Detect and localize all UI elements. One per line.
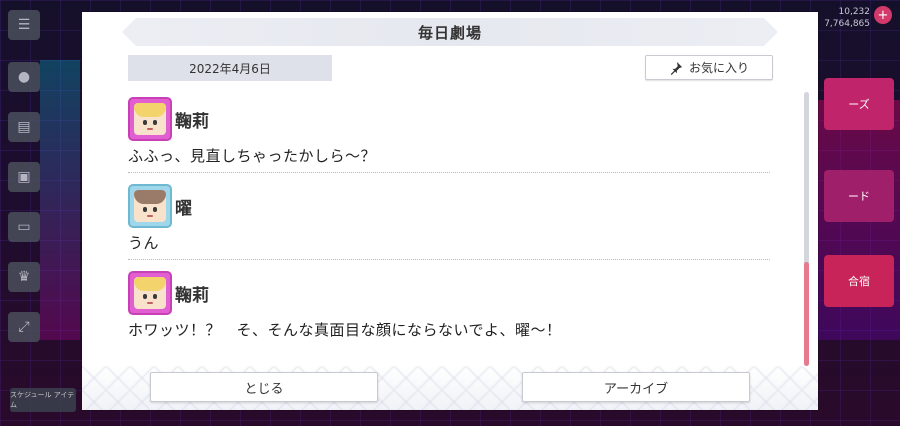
eye	[143, 207, 147, 212]
menu-icon[interactable]: ☰	[8, 10, 40, 40]
eye	[143, 294, 147, 299]
right-tile[interactable]: ード	[824, 170, 894, 222]
pin-icon	[670, 61, 683, 75]
currency-stats: 10,232 7,764,865	[824, 6, 870, 30]
favorite-button[interactable]: お気に入り	[645, 55, 773, 80]
mouth	[147, 302, 153, 304]
favorite-label: お気に入り	[688, 61, 749, 75]
character-face	[134, 277, 166, 309]
dialogue-entry: 曜 うん	[128, 183, 770, 260]
tile-label: 合宿	[848, 275, 870, 288]
character-face	[134, 103, 166, 135]
speaker-name: 曜	[175, 198, 192, 219]
speaker-name: 鞠莉	[175, 285, 209, 306]
close-label: とじる	[244, 381, 284, 397]
dialogue-entry: 鞠莉 ふふっ、見直しちゃったかしら～？	[128, 96, 770, 173]
archive-button[interactable]: アーカイブ	[522, 372, 750, 402]
trophy-icon[interactable]: ♛	[8, 262, 40, 292]
stat-value: 10,232	[838, 7, 871, 17]
tile-label: ード	[848, 190, 870, 203]
speaker-name: 鞠莉	[175, 111, 209, 132]
scrollbar-thumb[interactable]	[804, 262, 809, 366]
modal-title: 毎日劇場	[417, 23, 482, 42]
close-button[interactable]: とじる	[150, 372, 378, 402]
modal-title-bar: 毎日劇場	[122, 18, 778, 46]
divider	[128, 259, 770, 260]
right-tile[interactable]: 合宿	[824, 255, 894, 307]
daily-theater-modal: 毎日劇場 2022年4月6日 お気に入り 鞠莉 ふふっ、見直しちゃったかしら～？…	[82, 12, 818, 410]
stat-value: 7,764,865	[824, 19, 870, 29]
add-currency-button[interactable]: +	[874, 6, 892, 24]
chat-icon[interactable]: ●	[8, 62, 40, 92]
eye	[153, 120, 157, 125]
divider	[128, 172, 770, 173]
dialogue-text: ホワッツ！？ そ、そんな真面目な顔にならないでよ、曜～！	[128, 321, 562, 339]
expand-icon[interactable]: ⤢	[8, 312, 40, 342]
chip-label: スケジュール アイテム	[10, 391, 75, 409]
entry-header: 鞠莉	[128, 270, 770, 316]
avatar	[128, 271, 172, 315]
eye	[153, 207, 157, 212]
eye	[143, 120, 147, 125]
dialogue-log[interactable]: 鞠莉 ふふっ、見直しちゃったかしら～？ 曜 うん 鞠莉 ホワッツ！？ そ、そんな…	[128, 96, 770, 368]
schedule-chip[interactable]: スケジュール アイテム	[10, 388, 76, 412]
card-icon[interactable]: ▭	[8, 212, 40, 242]
date-badge: 2022年4月6日	[128, 55, 332, 81]
dialogue-text: ふふっ、見直しちゃったかしら～？	[128, 147, 377, 165]
modal-footer: とじる アーカイブ	[82, 366, 818, 410]
eye	[153, 294, 157, 299]
mouth	[147, 215, 153, 217]
neon-light-left	[40, 60, 80, 340]
scrollbar[interactable]	[804, 92, 809, 366]
tile-label: ーズ	[848, 98, 870, 111]
gift-icon[interactable]: ▣	[8, 162, 40, 192]
hair	[134, 190, 166, 204]
hair	[134, 277, 166, 291]
dialogue-text: うん	[128, 234, 160, 252]
mouth	[147, 128, 153, 130]
entry-header: 曜	[128, 183, 770, 229]
date-text: 2022年4月6日	[189, 61, 271, 76]
right-tile[interactable]: ーズ	[824, 78, 894, 130]
avatar	[128, 184, 172, 228]
character-face	[134, 190, 166, 222]
hair	[134, 103, 166, 117]
avatar	[128, 97, 172, 141]
entry-header: 鞠莉	[128, 96, 770, 142]
dialogue-entry: 鞠莉 ホワッツ！？ そ、そんな真面目な顔にならないでよ、曜～！	[128, 270, 770, 346]
archive-label: アーカイブ	[603, 381, 669, 397]
shop-icon[interactable]: ▤	[8, 112, 40, 142]
